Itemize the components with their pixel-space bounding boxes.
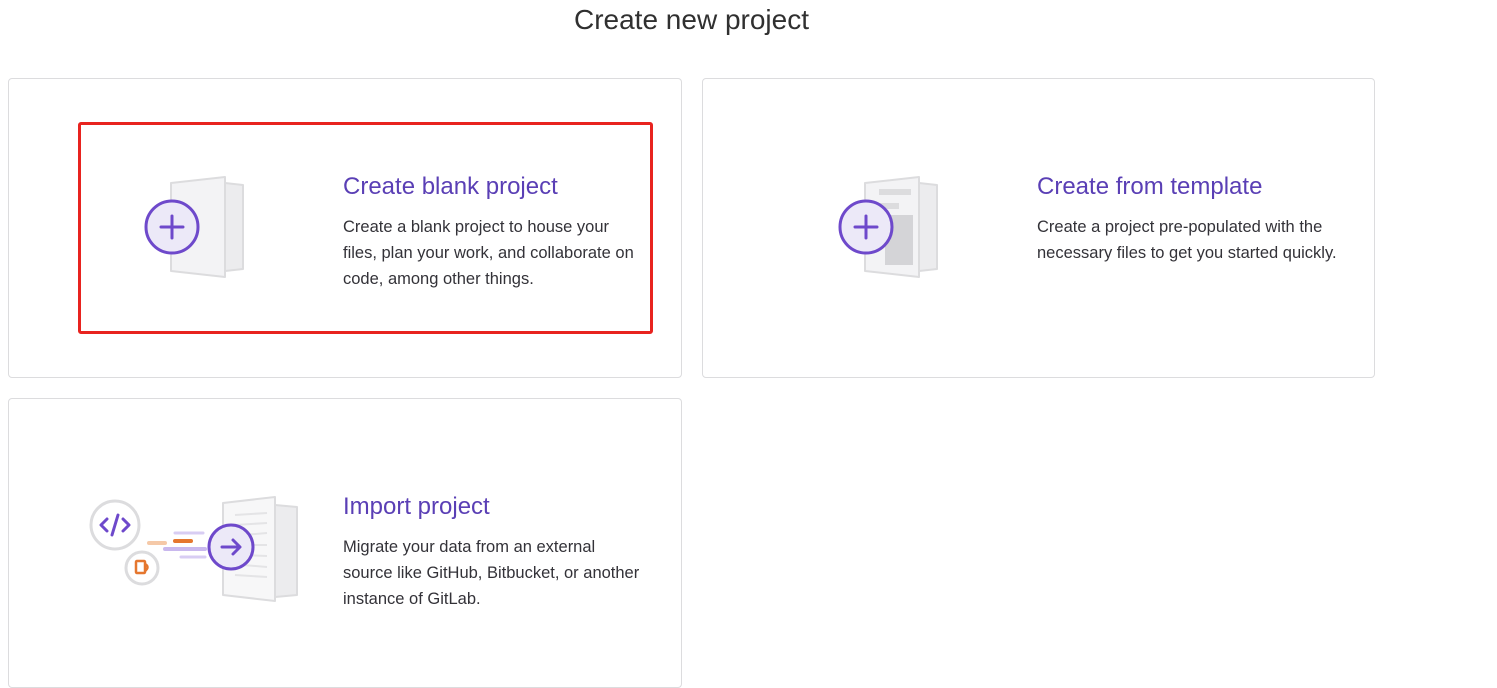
card-description: Create a blank project to house your fil…	[343, 217, 634, 288]
card-description: Migrate your data from an external sourc…	[343, 537, 640, 608]
create-blank-project-card[interactable]: Create blank project Create a blank proj…	[8, 78, 682, 378]
blank-project-illustration-icon	[144, 176, 244, 278]
page-title: Create new project	[573, 4, 809, 35]
card-title[interactable]: Create blank project	[343, 173, 643, 202]
card-description: Create a project pre-populated with the …	[1037, 217, 1337, 262]
import-project-illustration-icon	[89, 496, 298, 602]
card-title[interactable]: Create from template	[1037, 173, 1337, 202]
card-title[interactable]: Import project	[343, 493, 643, 522]
create-from-template-card[interactable]: Create from template Create a project pr…	[702, 78, 1375, 378]
import-project-card[interactable]: Import project Migrate your data from an…	[8, 398, 682, 688]
template-project-illustration-icon	[838, 176, 938, 278]
